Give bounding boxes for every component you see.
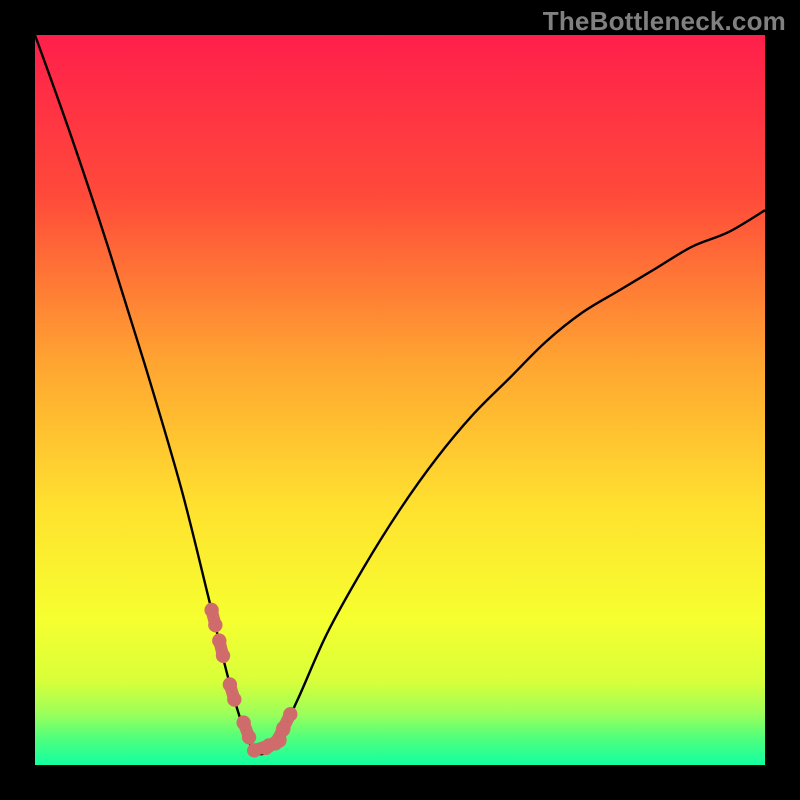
plot-background <box>35 35 765 765</box>
bottleneck-chart <box>0 0 800 800</box>
watermark-text: TheBottleneck.com <box>543 6 786 37</box>
chart-frame: { "watermark": "TheBottleneck.com", "cha… <box>0 0 800 800</box>
